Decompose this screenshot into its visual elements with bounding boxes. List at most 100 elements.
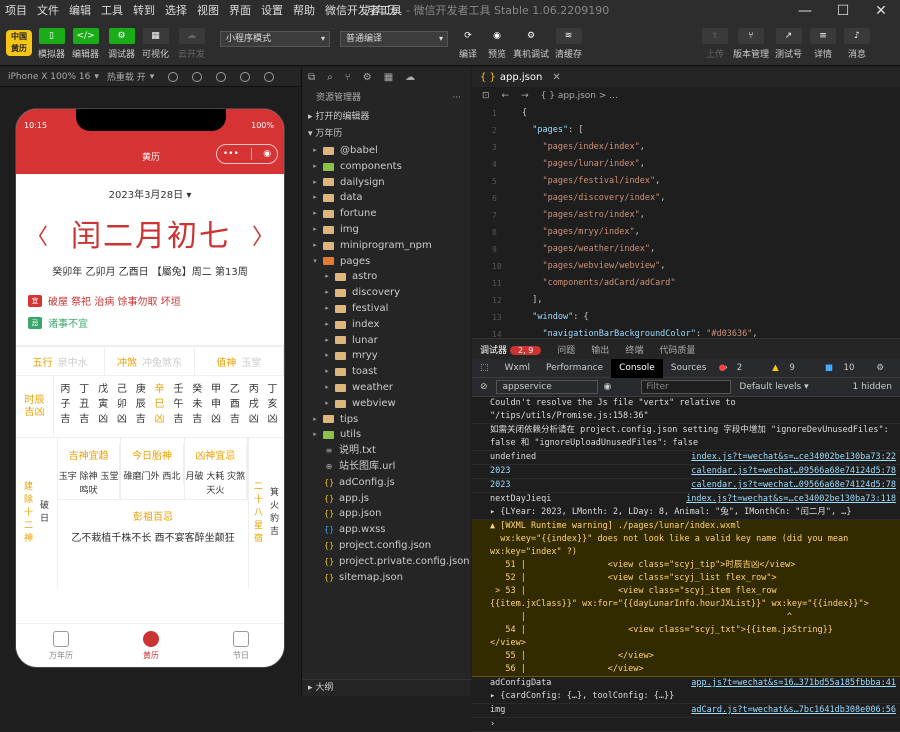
tree-item[interactable]: ▸ weather [302, 380, 471, 396]
eye-icon[interactable]: ◉ [604, 382, 612, 392]
capsule-menu[interactable]: ••• ◉ [216, 144, 278, 164]
tab-festival[interactable]: 节日 [196, 624, 284, 667]
editor-button[interactable]: </> 编辑器 [72, 28, 99, 60]
debug-tab[interactable]: 问题 [549, 343, 583, 356]
clear-cache-button[interactable]: ≋ 清缓存 [555, 28, 582, 60]
tree-item[interactable]: ▾ pages [302, 254, 471, 270]
date-picker[interactable]: 2023年3月28日 ▾ [16, 186, 284, 201]
tree-item[interactable]: {} app.js [302, 491, 471, 507]
tree-item[interactable]: ▸ utils [302, 427, 471, 443]
tree-item[interactable]: ▸ festival [302, 301, 471, 317]
devtools-tab[interactable]: Performance [538, 359, 611, 378]
tab-huangli[interactable]: 黄历 [106, 624, 196, 667]
filter-input[interactable]: Filter [641, 380, 732, 394]
menu-item[interactable]: 视图 [192, 0, 224, 22]
source-link[interactable]: app.js?t=wechat&s=16…371bd55a185fbbba:41 [691, 677, 896, 690]
tree-item[interactable]: ▸ mryy [302, 348, 471, 364]
tree-item[interactable]: ▸ components [302, 159, 471, 175]
menu-item[interactable]: 项目 [0, 0, 32, 22]
outline-section[interactable]: ▸ 大纲 [302, 679, 472, 696]
tab-app-json[interactable]: { } app.json ✕ [472, 67, 900, 87]
hotreload-select[interactable]: 热重载 开 [107, 70, 146, 83]
menu-item[interactable]: 工具 [96, 0, 128, 22]
tree-item[interactable]: ▸ fortune [302, 206, 471, 222]
tree-item[interactable]: ≡ 说明.txt [302, 443, 471, 459]
preview-button[interactable]: ◉ 预览 [484, 28, 510, 60]
project-root[interactable]: ▾ 万年历 [302, 126, 471, 143]
levels-select[interactable]: Default levels ▾ [739, 382, 808, 392]
source-link[interactable]: calendar.js?t=wechat…09566a68e74124d5:78 [691, 479, 896, 492]
upload-button[interactable]: ⇧ 上传 [702, 28, 728, 60]
tree-item[interactable]: ▸ webview [302, 396, 471, 412]
menu-item[interactable]: 设置 [256, 0, 288, 22]
screenshot-icon[interactable] [240, 71, 251, 82]
tree-item[interactable]: ▸ discovery [302, 285, 471, 301]
source-link[interactable]: index.js?t=wechat&s=…ce34002be130ba73:22 [691, 451, 896, 464]
tree-item[interactable]: {} app.json [302, 506, 471, 522]
source-link[interactable]: calendar.js?t=wechat…09566a68e74124d5:78 [691, 465, 896, 478]
menu-item[interactable]: 编辑 [64, 0, 96, 22]
cloud-icon[interactable]: ☁ [405, 72, 415, 83]
settings-icon[interactable]: ⚙ [868, 359, 892, 378]
tree-item[interactable]: {} adConfig.js [302, 475, 471, 491]
opened-editors[interactable]: ▸ 打开的编辑器 [302, 109, 471, 126]
debug-tab[interactable]: 调试器 2, 9 [472, 343, 549, 356]
menu-item[interactable]: 文件 [32, 0, 64, 22]
close-icon[interactable]: ✕ [862, 0, 900, 22]
tree-item[interactable]: ▸ tips [302, 412, 471, 428]
more-icon[interactable]: ··· [452, 87, 461, 109]
tree-item[interactable]: ▸ miniprogram_npm [302, 238, 471, 254]
tree-item[interactable]: ▸ index [302, 317, 471, 333]
window-icon[interactable] [264, 71, 275, 82]
tree-item[interactable]: {} app.wxss [302, 522, 471, 538]
source-link[interactable]: adCard.js?t=wechat&s…7bc1641db308e006:56 [691, 704, 896, 717]
git-icon[interactable]: ⑂ [345, 72, 351, 83]
debug-tab[interactable]: 输出 [583, 343, 617, 356]
devtools-tab[interactable]: Wxml [497, 359, 539, 378]
device-select[interactable]: iPhone X 100% 16 [8, 72, 90, 82]
detail-button[interactable]: ≡ 详情 [810, 28, 836, 60]
menu-item[interactable]: 选择 [160, 0, 192, 22]
tree-item[interactable]: ▸ data [302, 190, 471, 206]
tree-item[interactable]: ⊕ 站长图库.url [302, 459, 471, 475]
console-prompt[interactable]: › [472, 718, 900, 732]
next-day-icon[interactable]: 〉 [252, 219, 274, 251]
tree-item[interactable]: ▸ dailysign [302, 175, 471, 191]
tree-item[interactable]: {} project.config.json [302, 538, 471, 554]
menu-item[interactable]: 界面 [224, 0, 256, 22]
home-icon[interactable] [216, 71, 227, 82]
tree-item[interactable]: {} sitemap.json [302, 570, 471, 586]
menu-item[interactable]: 转到 [128, 0, 160, 22]
debug-tab[interactable]: 终端 [617, 343, 651, 356]
cloud-button[interactable]: ☁ 云开发 [178, 28, 205, 60]
record-icon[interactable] [168, 71, 179, 82]
debug-tab[interactable]: 代码质量 [651, 343, 703, 356]
real-debug-button[interactable]: ⚙ 真机调试 [513, 28, 549, 60]
compile-mode-select[interactable]: 普通编译 ▾ [340, 31, 448, 47]
message-button[interactable]: ♪ 消息 [844, 28, 870, 60]
test-account-button[interactable]: ↗ 测试号 [775, 28, 802, 60]
clear-console-icon[interactable]: ⊘ [480, 382, 488, 392]
debug-icon[interactable]: ⚙ [363, 72, 372, 83]
extensions-icon[interactable]: ▦ [384, 72, 393, 83]
devtools-tab[interactable]: Console [611, 358, 663, 378]
menu-item[interactable]: 帮助 [288, 0, 320, 22]
tree-item[interactable]: ▸ lunar [302, 333, 471, 349]
inspect-icon[interactable]: ⬚ [472, 359, 497, 378]
compile-button[interactable]: ⟳ 编译 [455, 28, 481, 60]
simulator-button[interactable]: ▯ 模拟器 [38, 28, 65, 60]
minimize-icon[interactable]: — [786, 0, 824, 22]
tree-item[interactable]: ▸ img [302, 222, 471, 238]
files-icon[interactable]: ⧉ [308, 72, 315, 83]
tree-item[interactable]: ▸ @babel [302, 143, 471, 159]
tree-item[interactable]: {} project.private.config.json [302, 554, 471, 570]
debugger-button[interactable]: ⚙ 调试器 [108, 28, 135, 60]
maximize-icon[interactable]: ☐ [824, 0, 862, 22]
source-link[interactable]: index.js?t=wechat&s=…ce34002be130ba73:11… [686, 493, 896, 506]
sound-icon[interactable] [192, 71, 203, 82]
search-icon[interactable]: ⌕ [327, 72, 333, 83]
mode-select[interactable]: 小程序模式 ▾ [220, 31, 330, 47]
version-button[interactable]: ⑂ 版本管理 [733, 28, 769, 60]
tree-item[interactable]: ▸ astro [302, 269, 471, 285]
context-select[interactable]: appservice [495, 380, 598, 394]
